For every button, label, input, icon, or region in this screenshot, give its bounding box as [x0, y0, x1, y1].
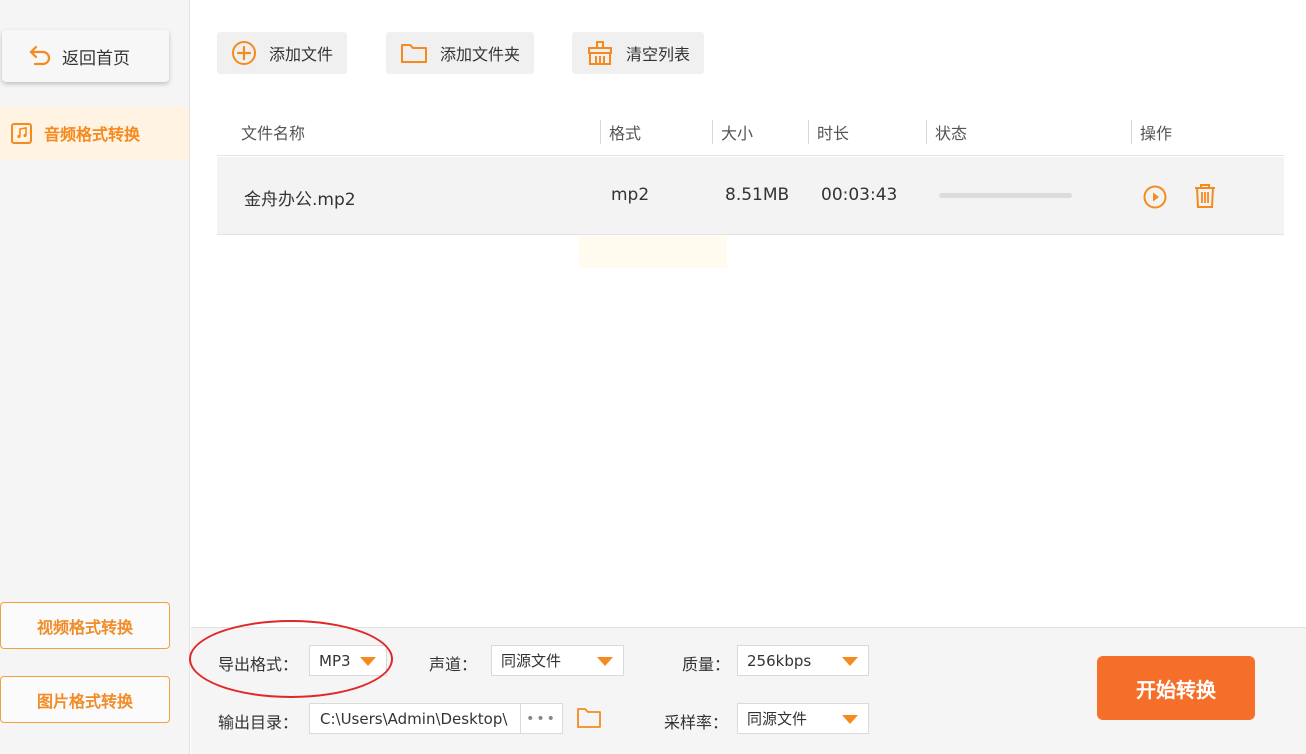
quality-select[interactable]: 256kbps [737, 645, 869, 676]
output-dir-label: 输出目录： [218, 713, 299, 732]
clear-list-label: 清空列表 [626, 45, 691, 64]
open-folder-icon[interactable] [576, 706, 602, 730]
file-size: 8.51MB [725, 185, 790, 205]
output-dir-field[interactable]: C:\Users\Admin\Desktop\ ••• [309, 703, 563, 734]
back-home-button[interactable]: 返回首页 [2, 30, 169, 82]
dropdown-arrow-icon [597, 657, 613, 666]
file-name: 金舟办公.mp2 [244, 190, 356, 210]
quality-value: 256kbps [747, 651, 812, 670]
music-note-icon [11, 122, 32, 144]
play-icon[interactable] [1142, 184, 1168, 210]
clear-list-button[interactable]: 清空列表 [572, 32, 705, 74]
app-window: 返回首页 音频格式转换 视频格式转换 图片格式转换 添加文件 添加文件夹 清空列… [0, 0, 1306, 754]
channel-value: 同源文件 [501, 652, 562, 670]
back-home-label: 返回首页 [62, 48, 130, 69]
trash-icon[interactable] [1192, 182, 1218, 210]
add-file-label: 添加文件 [269, 45, 334, 64]
export-format-select[interactable]: MP3 [309, 645, 387, 676]
start-convert-label: 开始转换 [1136, 677, 1216, 702]
sample-rate-select[interactable]: 同源文件 [737, 703, 869, 734]
file-table-header: 文件名称 格式 大小 时长 状态 操作 [217, 106, 1284, 156]
broom-icon [588, 41, 612, 65]
dropdown-arrow-icon [842, 715, 858, 724]
video-convert-button[interactable]: 视频格式转换 [0, 602, 170, 649]
channel-select[interactable]: 同源文件 [491, 645, 624, 676]
column-header-duration: 时长 [808, 120, 849, 144]
quality-label: 质量： [682, 655, 731, 674]
column-header-format: 格式 [600, 120, 641, 144]
export-format-label: 导出格式： [218, 655, 299, 674]
start-convert-button[interactable]: 开始转换 [1097, 656, 1255, 720]
video-convert-label: 视频格式转换 [36, 617, 133, 637]
progress-bar [939, 193, 1072, 198]
channel-label: 声道： [429, 655, 478, 674]
undo-arrow-icon [29, 45, 51, 66]
add-folder-button[interactable]: 添加文件夹 [386, 32, 535, 74]
dropdown-arrow-icon [360, 657, 376, 666]
sample-rate-label: 采样率： [664, 713, 729, 732]
table-row[interactable]: 金舟办公.mp2 mp2 8.51MB 00:03:43 [217, 157, 1284, 235]
browse-button[interactable]: ••• [520, 704, 562, 733]
column-header-status: 状态 [926, 120, 967, 144]
column-header-name: 文件名称 [241, 124, 306, 143]
image-convert-label: 图片格式转换 [36, 691, 133, 711]
tooltip-shadow [579, 236, 727, 268]
export-format-value: MP3 [319, 651, 351, 670]
sidebar-item-audio-convert[interactable]: 音频格式转换 [0, 106, 189, 160]
add-file-button[interactable]: 添加文件 [217, 32, 348, 74]
file-duration: 00:03:43 [821, 185, 898, 205]
plus-circle-icon [232, 41, 256, 65]
folder-icon [401, 44, 427, 63]
sidebar: 返回首页 音频格式转换 视频格式转换 图片格式转换 [0, 0, 190, 754]
sidebar-item-label: 音频格式转换 [44, 125, 141, 144]
dropdown-arrow-icon [842, 657, 858, 666]
image-convert-button[interactable]: 图片格式转换 [0, 676, 170, 723]
column-header-size: 大小 [712, 120, 753, 144]
sample-rate-value: 同源文件 [747, 710, 808, 728]
file-format: mp2 [611, 185, 650, 205]
output-dir-value: C:\Users\Admin\Desktop\ [320, 709, 508, 728]
add-folder-label: 添加文件夹 [440, 45, 521, 64]
settings-panel: 导出格式： MP3 声道： 同源文件 质量： 256kbps 输出目录： C:\… [191, 627, 1306, 754]
column-header-actions: 操作 [1131, 120, 1172, 144]
